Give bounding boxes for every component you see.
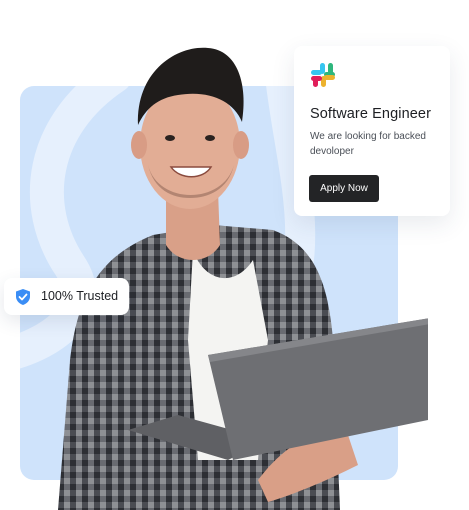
job-description: We are looking for backed devoloper (310, 131, 426, 157)
job-offer-card: Software Engineer We are looking for bac… (294, 46, 450, 216)
trusted-badge: 100% Trusted (4, 278, 129, 315)
slack-logo-icon (311, 63, 335, 87)
apply-now-button[interactable]: Apply Now (309, 175, 379, 202)
trusted-label: 100% Trusted (41, 289, 119, 303)
shield-check-icon (16, 289, 30, 305)
job-title: Software Engineer (310, 106, 431, 122)
